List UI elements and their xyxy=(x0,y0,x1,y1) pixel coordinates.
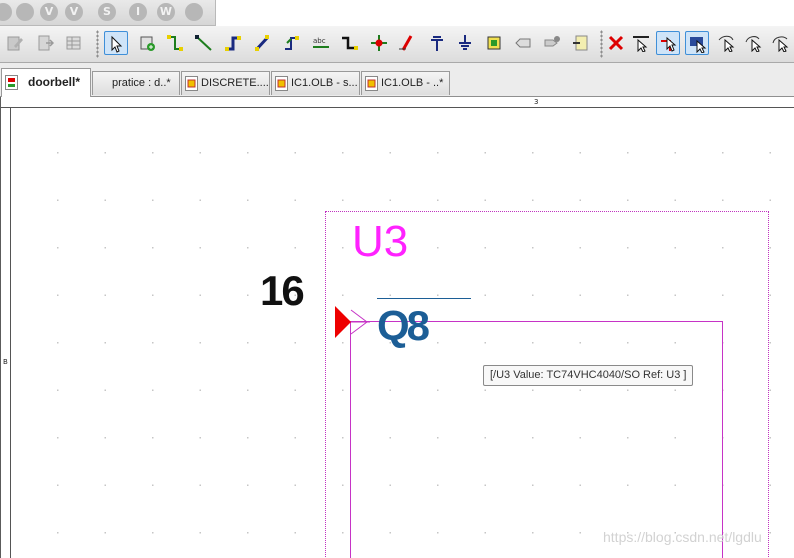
filter-i-icon[interactable]: I xyxy=(129,3,147,21)
place-diagonal-wire-icon[interactable] xyxy=(192,31,216,55)
delete-icon[interactable] xyxy=(604,31,628,55)
toolbar-grip-2[interactable] xyxy=(600,30,603,58)
pencil-icon[interactable] xyxy=(16,3,34,21)
pin-number[interactable]: 16 xyxy=(260,268,305,314)
tab-label: doorbell* xyxy=(28,75,81,89)
place-net-alias-icon[interactable]: abc xyxy=(309,31,333,55)
filter-s-icon[interactable]: S xyxy=(98,3,116,21)
place-bus-entry-icon[interactable] xyxy=(279,31,303,55)
flag-icon[interactable] xyxy=(185,3,203,21)
toolbar-main: abc xyxy=(0,26,794,63)
tab-label: pratice : d..* xyxy=(112,77,171,89)
tab-doorbell[interactable]: doorbell* xyxy=(1,68,91,97)
tab-discrete[interactable]: DISCRETE.... xyxy=(181,71,270,95)
select-flat-icon[interactable] xyxy=(768,31,792,55)
pin-name-overline xyxy=(377,298,471,299)
pin-marker-icon[interactable] xyxy=(334,305,370,339)
tab-ic1-s[interactable]: IC1.OLB - s... xyxy=(271,71,360,95)
table-icon[interactable] xyxy=(62,31,86,55)
filter-v-icon[interactable]: V xyxy=(40,3,58,21)
place-bus-diagonal-icon[interactable] xyxy=(250,31,274,55)
watermark: https://blog.csdn.net/lgdlu xyxy=(603,529,762,545)
place-hier-block-icon[interactable] xyxy=(482,31,506,55)
capture-window: V V S T I W xyxy=(0,0,794,558)
schematic-canvas[interactable]: 3 B U3 16 Q8 [/U3 Value: TC74VHC4040/SO … xyxy=(0,97,794,558)
document-tabs: doorbell* pratice : d..* DISCRETE.... IC… xyxy=(0,63,794,97)
junction-icon[interactable] xyxy=(367,31,391,55)
wire-icon[interactable] xyxy=(0,3,12,21)
select-part-icon[interactable] xyxy=(685,31,709,55)
library-file-icon xyxy=(365,76,378,91)
place-part-icon[interactable] xyxy=(135,31,159,55)
library-file-icon xyxy=(275,76,288,91)
ruler-zone-label: B xyxy=(3,358,8,366)
place-power-icon[interactable] xyxy=(425,31,449,55)
toolbar-grip[interactable] xyxy=(96,30,99,58)
place-pin-icon[interactable] xyxy=(569,31,593,55)
place-wire-icon[interactable] xyxy=(163,31,187,55)
tab-label: IC1.OLB - s... xyxy=(291,77,358,89)
place-ground-icon[interactable] xyxy=(453,31,477,55)
select-pin-icon[interactable] xyxy=(629,31,653,55)
schematic-file-icon xyxy=(5,75,18,90)
svg-text:abc: abc xyxy=(313,37,326,45)
pin-name[interactable]: Q8 xyxy=(377,303,430,349)
place-hier-port-icon[interactable] xyxy=(511,31,535,55)
ruler-left: B xyxy=(1,108,11,558)
tab-ic1-modified[interactable]: IC1.OLB - ..* xyxy=(361,71,450,95)
tab-pratice[interactable]: pratice : d..* xyxy=(92,71,180,95)
select-area-icon[interactable] xyxy=(656,31,680,55)
filter-w-icon[interactable]: W xyxy=(157,3,175,21)
part-body[interactable] xyxy=(350,321,723,558)
ruler-zone-label: 3 xyxy=(534,98,539,106)
select-icon[interactable] xyxy=(104,31,128,55)
part-reference[interactable]: U3 xyxy=(352,218,408,266)
edit-properties-icon[interactable] xyxy=(3,31,27,55)
place-net-group-icon[interactable] xyxy=(337,31,361,55)
no-connect-icon[interactable] xyxy=(395,31,419,55)
place-bus-icon[interactable] xyxy=(221,31,245,55)
place-off-page-icon[interactable] xyxy=(540,31,564,55)
select-drag-icon[interactable] xyxy=(741,31,765,55)
library-file-icon xyxy=(185,76,198,91)
select-net-icon[interactable] xyxy=(714,31,738,55)
filter-v2-icon[interactable]: V xyxy=(65,3,83,21)
tab-label: IC1.OLB - ..* xyxy=(381,77,444,89)
part-tooltip: [/U3 Value: TC74VHC4040/SO Ref: U3 ] xyxy=(483,365,694,386)
export-icon[interactable] xyxy=(33,31,57,55)
tab-label: DISCRETE.... xyxy=(201,77,269,89)
toolbar-top: V V S T I W xyxy=(0,0,216,26)
ruler-top: 3 xyxy=(1,97,794,108)
